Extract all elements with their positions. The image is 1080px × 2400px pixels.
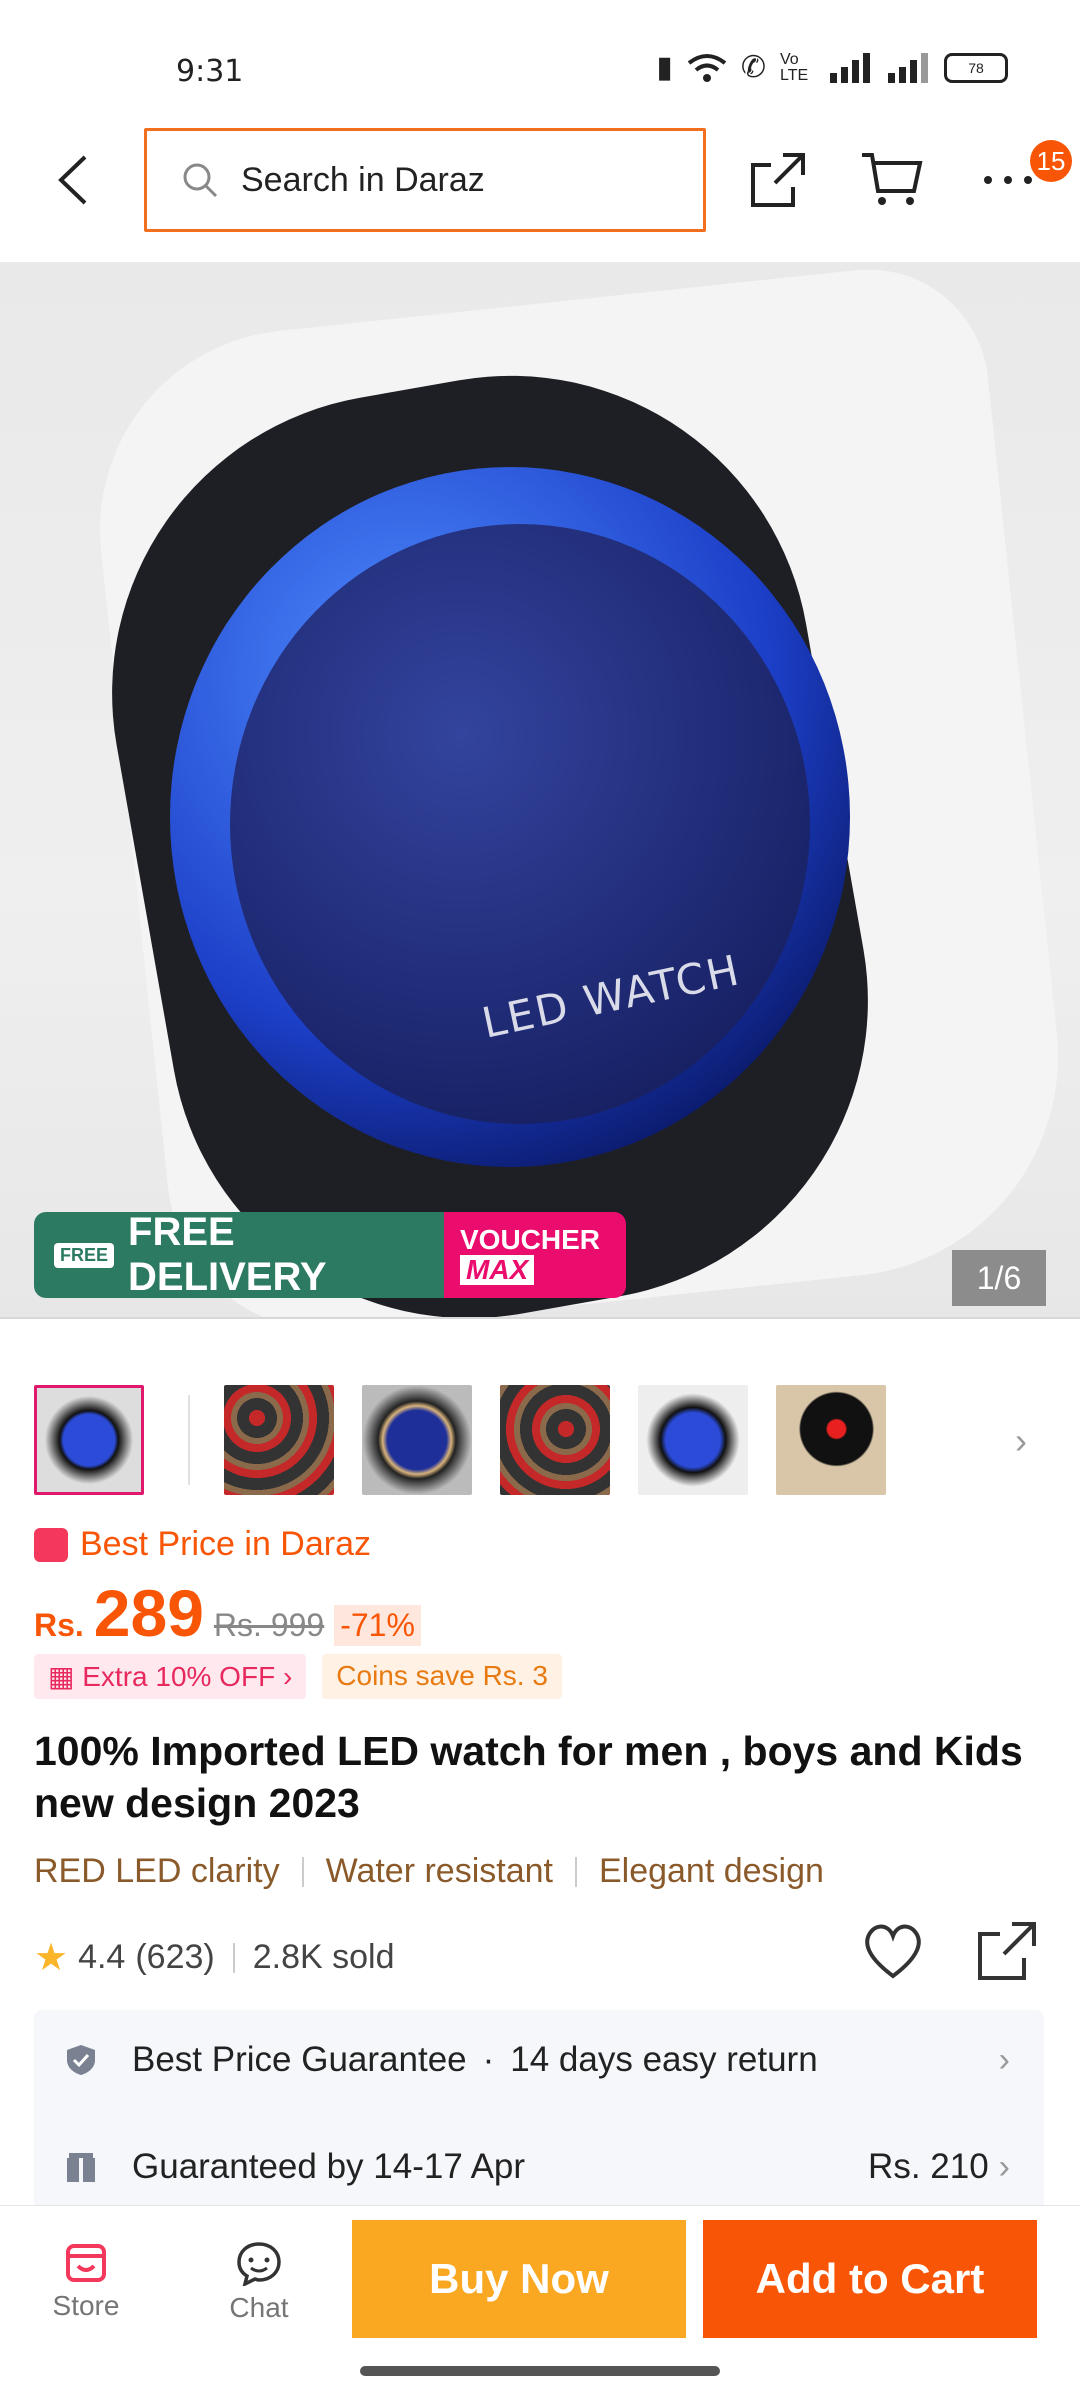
search-input[interactable]: Search in Daraz [144,128,706,232]
voucher-label: VOUCHER [460,1224,601,1255]
rating-separator [232,1942,235,1973]
add-to-cart-button[interactable]: Add to Cart [703,2220,1037,2338]
best-price-label: Best Price in Daraz [34,1525,371,1564]
extra-off-promo[interactable]: ▦ Extra 10% OFF › [34,1654,307,1699]
ticket-icon: ▦ [48,1661,83,1692]
signal-icon-2 [888,52,928,83]
delivery-truck-icon: FREE [54,1242,115,1268]
feature-tag: RED LED clarity [34,1852,280,1890]
heart-icon [865,1924,921,1979]
sold-count: 2.8K sold [252,1938,395,1976]
signal-icon-1 [830,52,870,83]
search-placeholder: Search in Daraz [241,160,485,199]
wifi-icon [687,53,727,82]
feature-tag: Elegant design [598,1852,824,1890]
chevron-right-icon: › [998,2040,1010,2079]
thumbnail-3[interactable] [362,1385,472,1495]
best-price-text: Best Price in Daraz [80,1525,371,1563]
battery-level: 78 [968,59,984,76]
discount-badge: -71% [334,1605,421,1646]
delivery-box-icon [67,2153,95,2182]
feature-tag: Water resistant [325,1852,553,1890]
cart-icon [862,153,923,205]
free-delivery-badge: FREE FREE DELIVERY [34,1210,444,1299]
best-price-icon [34,1527,68,1562]
feature-tags: RED LED clarity Water resistant Elegant … [34,1852,824,1891]
cart-button[interactable] [852,140,932,220]
current-price: 289 [93,1576,204,1650]
guarantee-label: Best Price Guarantee [132,2040,467,2079]
thumbnails-next-icon[interactable]: › [1015,1420,1027,1462]
guarantee-row[interactable]: Best Price Guarantee · 14 days easy retu… [64,2040,1024,2080]
original-price: Rs. 999 [213,1607,325,1643]
store-button[interactable]: Store [26,2240,146,2322]
shield-check-icon [67,2045,95,2075]
chat-button[interactable]: Chat [199,2240,319,2324]
shipping-fee: Rs. 210 [868,2147,989,2186]
wishlist-button[interactable] [862,1922,932,1992]
thumbnail-6[interactable] [776,1385,886,1495]
dot-separator: · [482,2040,495,2079]
promo-row: ▦ Extra 10% OFF › Coins save Rs. 3 [34,1654,562,1699]
chevron-right-icon: › [998,2147,1010,2186]
volte-label: Vo LTE [780,50,809,84]
store-label: Store [52,2290,120,2321]
rating-row[interactable]: ★ 4.4 (623) 2.8K sold [34,1935,394,1980]
image-counter: 1/6 [952,1250,1046,1306]
more-dots-icon [984,176,1032,184]
extra-off-label: Extra 10% OFF [82,1661,276,1692]
delivery-row[interactable]: Guaranteed by 14-17 Apr Rs. 210 › [64,2147,1024,2187]
product-title: 100% Imported LED watch for men , boys a… [34,1728,1023,1826]
status-time: 9:31 [176,54,244,89]
feature-separator [574,1856,577,1887]
call-icon: ✆ [740,51,766,84]
feature-separator [301,1856,304,1887]
voucher-max-badge: VOUCHER MAX [444,1212,626,1298]
back-button[interactable] [40,138,104,222]
rating-value: 4.4 [78,1938,126,1976]
voucher-max-label: MAX [460,1255,535,1285]
price-line: Rs. 289 Rs. 999 -71% [34,1575,421,1651]
thumbnail-5[interactable] [638,1385,748,1495]
thumbnail-1[interactable] [34,1385,144,1495]
battery-icon: 78 [944,52,1008,83]
store-icon [66,2244,106,2282]
review-count: (623) [135,1938,215,1976]
vibrate-icon: ▮ [656,51,673,84]
chat-label: Chat [229,2292,289,2323]
share-button[interactable] [738,140,818,220]
share-icon [751,153,805,207]
divider [0,1317,1080,1319]
chevron-left-icon [58,155,87,205]
free-delivery-label: FREE DELIVERY [128,1210,327,1299]
thumbnail-2[interactable] [224,1385,334,1495]
buy-now-button[interactable]: Buy Now [352,2220,686,2338]
chat-icon [237,2242,281,2286]
chevron-right-icon: › [282,1661,293,1692]
search-icon [183,163,218,198]
thumbnail-4[interactable] [500,1385,610,1495]
status-icons: ▮ ✆ Vo LTE 78 [656,50,1008,85]
delivery-label: Guaranteed by 14-17 Apr [132,2147,526,2186]
share-icon [978,1922,1036,1980]
thumbnail-separator [188,1395,190,1485]
status-bar: 9:31 ▮ ✆ Vo LTE 78 [0,0,1080,120]
return-label: 14 days easy return [510,2040,818,2079]
home-indicator[interactable] [360,2366,720,2376]
coins-promo[interactable]: Coins save Rs. 3 [322,1654,562,1699]
product-image[interactable]: LED WATCH [0,262,1080,1317]
notification-badge: 15 [1030,140,1072,182]
star-icon: ★ [34,1937,69,1979]
share-product-button[interactable] [976,1920,1046,1990]
currency-label: Rs. [34,1607,84,1643]
